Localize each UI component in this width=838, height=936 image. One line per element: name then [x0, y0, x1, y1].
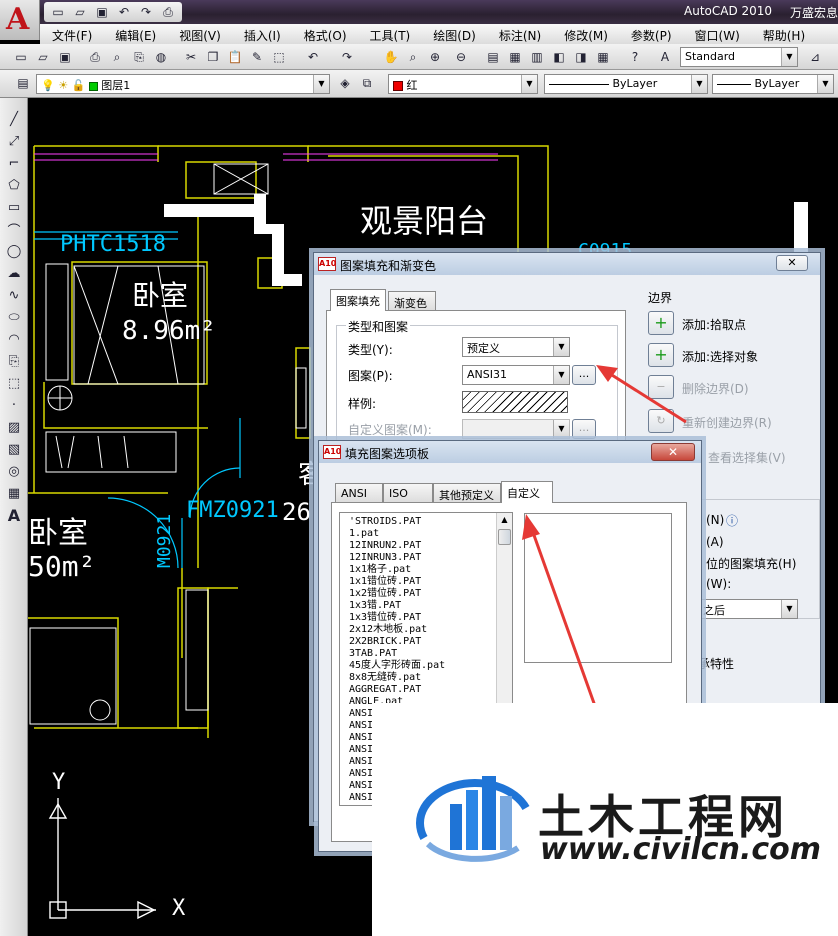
arrow-head-2 — [522, 514, 540, 540]
arrow-to-browse — [603, 368, 687, 424]
arrow-to-custom-tab — [528, 523, 602, 721]
arrow-head-1 — [596, 365, 618, 382]
watermark-url: www.civilcn.com — [540, 832, 822, 867]
watermark-logo — [416, 776, 530, 862]
